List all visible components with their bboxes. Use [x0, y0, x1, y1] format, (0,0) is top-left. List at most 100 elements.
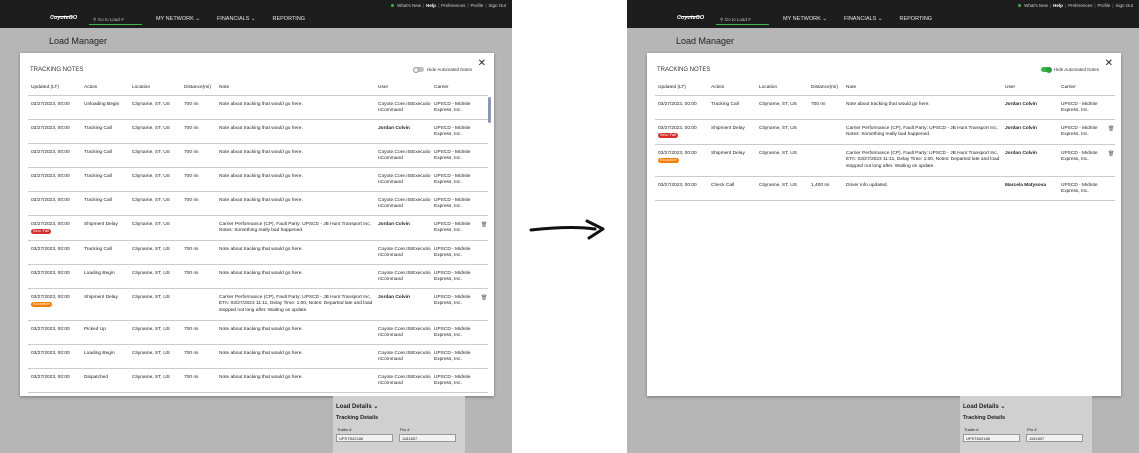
sign-out-link[interactable]: Sign Out — [488, 3, 506, 8]
updated-cell: 03/27/2023, 00:00 — [28, 191, 81, 216]
updated-date: 03/27/2023, 00:00 — [31, 270, 70, 276]
toggle-label: Hide Automated Notes — [1053, 67, 1099, 72]
close-icon[interactable]: ✕ — [1105, 58, 1113, 69]
help-link[interactable]: Help — [426, 3, 436, 8]
table-row[interactable]: 03/27/2023, 00:00 Exception Shipment Delay… — [655, 144, 1115, 177]
updated-date: 03/27/2023, 00:00 — [658, 101, 697, 107]
nav-financials[interactable]: FINANCIALS ⌄ — [217, 16, 256, 22]
updated-cell: 03/27/2023, 00:00 — [28, 143, 81, 168]
distance-cell: 700 mi — [181, 143, 216, 168]
row-spacer — [478, 344, 488, 369]
location-cell: Cityname, ST, US — [129, 288, 181, 321]
page-title: Load Manager — [49, 36, 108, 46]
table-row[interactable]: 03/27/2023, 00:00 Loading Begin Cityname, … — [28, 344, 488, 369]
location-cell: Cityname, ST, US — [129, 240, 181, 265]
carrier-cell: UPSCD - Midnite Express, Inc. — [431, 264, 478, 289]
row-spacer — [478, 264, 488, 289]
table-row[interactable]: 03/27/2023, 00:00 Serv. Fail Shipment Dela… — [28, 215, 488, 241]
carrier-cell: UPSCD - Midnite Express, Inc. — [431, 95, 478, 120]
table-row[interactable]: 03/27/2023, 00:00 Exception Shipment Delay… — [28, 288, 488, 321]
updated-cell: 03/27/2023, 00:00 — [28, 368, 81, 393]
trailer-field[interactable]: UPST842186 — [336, 434, 393, 442]
user-cell: Coyote.Core.IISExecutionCommand — [375, 95, 431, 120]
distance-cell — [808, 119, 843, 145]
whats-new-link[interactable]: What's New — [1024, 3, 1048, 8]
modal-scrollbar[interactable] — [488, 97, 491, 123]
table-row[interactable]: 03/27/2023, 00:00 Tracking Call Cityname, … — [28, 167, 488, 192]
load-search-input[interactable]: ⚲ Go to Load # — [716, 15, 769, 25]
distance-cell: 700 mi — [181, 95, 216, 120]
table-row[interactable]: 03/27/2023, 00:00 Unloading Begin Cityname… — [28, 95, 488, 120]
delete-icon[interactable]: 🗑 — [478, 288, 488, 321]
updated-date: 03/27/2023, 00:00 — [658, 125, 697, 131]
location-cell: Cityname, ST, US — [756, 119, 808, 145]
note-cell: Note about tracking that would go here. — [216, 240, 375, 265]
close-icon[interactable]: ✕ — [478, 58, 486, 69]
delete-icon[interactable]: 🗑 — [478, 215, 488, 241]
updated-date: 03/27/2023, 00:00 — [31, 173, 70, 179]
distance-cell: 700 mi — [181, 167, 216, 192]
preferences-link[interactable]: Preferences — [1068, 3, 1092, 8]
user-cell: Jordan Colvin — [375, 288, 431, 321]
search-icon: ⚲ — [93, 17, 97, 22]
row-spacer — [478, 95, 488, 120]
carrier-cell: UPSCD - Midnite Express, Inc. — [1058, 144, 1105, 177]
trailer-field[interactable]: UPST842186 — [963, 434, 1020, 442]
updated-cell: 03/27/2023, 00:00 Serv. Fail — [28, 215, 81, 241]
nav-financials[interactable]: FINANCIALS ⌄ — [844, 16, 883, 22]
load-details-toggle[interactable]: Load Details ⌄ — [336, 403, 378, 410]
note-cell: Note about tracking that would go here. — [216, 143, 375, 168]
profile-link[interactable]: Profile — [1098, 3, 1111, 8]
nav-reporting[interactable]: REPORTING — [272, 16, 305, 22]
carrier-cell: UPSCD - Midnite Express, Inc. — [431, 215, 478, 241]
delete-icon[interactable]: 🗑 — [1105, 144, 1115, 177]
pro-field[interactable]: 1181807 — [1026, 434, 1083, 442]
table-row[interactable]: 03/27/2023, 00:00 Tracking Call Cityname, … — [28, 191, 488, 216]
table-row[interactable]: 03/27/2023, 00:00 Loading Begin Cityname, … — [28, 264, 488, 289]
table-row[interactable]: 03/27/2023, 00:00 Tracking Call Cityname, … — [28, 119, 488, 144]
pro-field[interactable]: 1181807 — [399, 434, 456, 442]
table-row[interactable]: 03/27/2023, 00:00 Tracking Call Cityname, … — [28, 240, 488, 265]
nav-my-network[interactable]: MY NETWORK ⌄ — [783, 16, 827, 22]
sign-out-link[interactable]: Sign Out — [1115, 3, 1133, 8]
whats-new-link[interactable]: What's New — [397, 3, 421, 8]
location-cell: Cityname, ST, US — [756, 144, 808, 177]
table-row[interactable]: 03/27/2023, 00:00 Check Call Cityname, ST,… — [655, 176, 1115, 201]
carrier-cell: UPSCD - Midnite Express, Inc. — [431, 240, 478, 265]
pro-label: Pro # — [1027, 427, 1037, 432]
load-search-input[interactable]: ⚲ Go to Load # — [89, 15, 142, 25]
load-details-panel: Load Details ⌄ Tracking Details Trailer … — [333, 396, 465, 453]
location-cell: Cityname, ST, US — [129, 215, 181, 241]
hide-automated-notes-toggle[interactable]: Hide Automated Notes — [1040, 66, 1099, 73]
help-link[interactable]: Help — [1053, 3, 1063, 8]
table-row[interactable]: 03/27/2023, 00:00 Tracking Call Cityname, … — [28, 143, 488, 168]
user-cell: Jordan Colvin — [1002, 95, 1058, 120]
delete-icon[interactable]: 🗑 — [1105, 119, 1115, 145]
row-spacer — [478, 119, 488, 144]
coyote-go-logo[interactable]: CoyoteGO — [677, 15, 704, 21]
profile-link[interactable]: Profile — [471, 3, 484, 8]
table-row[interactable]: 03/27/2023, 00:00 Dispatched Cityname, ST,… — [28, 368, 488, 393]
table-row[interactable]: 03/27/2023, 00:00 Tracking Call Cityname, … — [655, 95, 1115, 120]
updated-date: 03/27/2023, 00:00 — [31, 246, 70, 252]
user-cell: Marcela Matysova — [1002, 176, 1058, 201]
nav-my-network[interactable]: MY NETWORK ⌄ — [156, 16, 200, 22]
updated-cell: 03/27/2023, 00:00 — [28, 119, 81, 144]
distance-cell: 700 mi — [181, 191, 216, 216]
distance-cell: 700 mi — [181, 240, 216, 265]
action-cell: Shipment Delay — [708, 119, 756, 145]
carrier-cell: UPSCD - Midnite Express, Inc. — [1058, 95, 1105, 120]
action-cell: Tracking Call — [81, 191, 129, 216]
table-row[interactable]: 03/27/2023, 00:00 Serv. Fail Shipment Dela… — [655, 119, 1115, 145]
coyote-go-logo[interactable]: CoyoteGO — [50, 15, 77, 21]
column-header: Action — [708, 81, 756, 96]
hide-automated-notes-toggle[interactable]: Hide Automated Notes — [412, 66, 472, 73]
user-cell: Coyote.Core.IISExecutionCommand — [375, 143, 431, 168]
table-row[interactable]: 03/27/2023, 00:00 Picked Up Cityname, ST, … — [28, 320, 488, 345]
tracking-details-heading: Tracking Details — [963, 415, 1006, 421]
user-cell: Coyote.Core.IISExecutionCommand — [375, 344, 431, 369]
nav-reporting[interactable]: REPORTING — [899, 16, 932, 22]
preferences-link[interactable]: Preferences — [441, 3, 465, 8]
load-details-toggle[interactable]: Load Details ⌄ — [963, 403, 1005, 410]
carrier-cell: UPSCD - Midnite Express, Inc. — [431, 191, 478, 216]
